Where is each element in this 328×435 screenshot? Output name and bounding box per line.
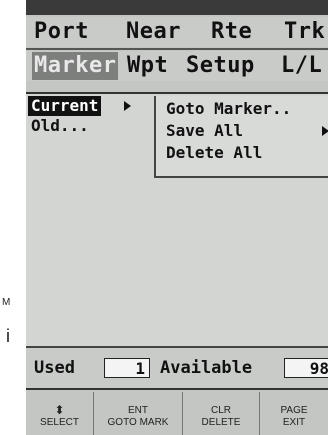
available-value: 98	[284, 358, 328, 378]
submenu-goto-marker[interactable]: Goto Marker..	[166, 98, 291, 120]
submenu-delete-all[interactable]: Delete All	[166, 142, 262, 164]
menu-item-rte[interactable]: Rte	[211, 18, 252, 46]
menu-row-1: Port Near Rte Trk	[26, 17, 328, 47]
softkey-select-label: SELECT	[40, 417, 79, 428]
submenu-arrow-icon	[124, 101, 131, 111]
softkey-delete[interactable]: CLR DELETE	[183, 392, 260, 435]
menu-item-marker[interactable]: Marker	[32, 52, 119, 80]
submenu-save-all[interactable]: Save All	[166, 120, 243, 142]
softkey-bar: ⬍ SELECT ENT GOTO MARK CLR DELETE PAGE E…	[26, 392, 328, 435]
softkey-clr-label: CLR	[210, 405, 231, 416]
list-item-old[interactable]: Old...	[28, 116, 92, 136]
device-screen: Port Near Rte Trk Marker Wpt Setup L/L C…	[26, 0, 328, 435]
menu-item-port[interactable]: Port	[34, 18, 89, 46]
menu-item-wpt[interactable]: Wpt	[127, 52, 168, 80]
marker-submenu: Goto Marker.. Save All Delete All	[154, 96, 328, 178]
side-label-m: M	[2, 297, 11, 308]
list-item-current[interactable]: Current	[28, 96, 102, 116]
menu-item-setup[interactable]: Setup	[186, 52, 255, 80]
menu-row-2: Marker Wpt Setup L/L	[26, 51, 328, 81]
menu-item-near[interactable]: Near	[126, 18, 181, 46]
marker-panel: Current Old... Goto Marker.. Save All De…	[26, 92, 328, 348]
available-label: Available	[160, 358, 253, 378]
softkey-page-label: PAGE	[280, 405, 308, 416]
menu-divider	[26, 48, 328, 50]
screen-top-bezel	[26, 0, 328, 15]
softkey-select[interactable]: ⬍ SELECT	[26, 392, 94, 435]
used-value: 1	[104, 358, 150, 378]
status-bar: Used 1 Available 98	[26, 348, 328, 390]
softkey-goto-mark[interactable]: ENT GOTO MARK	[94, 392, 183, 435]
softkey-exit-label: EXIT	[282, 417, 306, 428]
save-all-arrow-icon	[322, 126, 328, 136]
left-margin: M i	[0, 0, 26, 435]
side-label-i: i	[6, 326, 10, 346]
softkey-ent-label: ENT	[128, 405, 148, 416]
menu-item-trk[interactable]: Trk	[284, 18, 325, 46]
softkey-goto-mark-label: GOTO MARK	[107, 417, 169, 428]
menu-item-ll[interactable]: L/L	[281, 52, 322, 80]
softkey-exit[interactable]: PAGE EXIT	[260, 392, 328, 435]
softkey-delete-label: DELETE	[201, 417, 241, 428]
up-down-arrow-icon: ⬍	[54, 403, 65, 417]
used-label: Used	[34, 358, 75, 378]
